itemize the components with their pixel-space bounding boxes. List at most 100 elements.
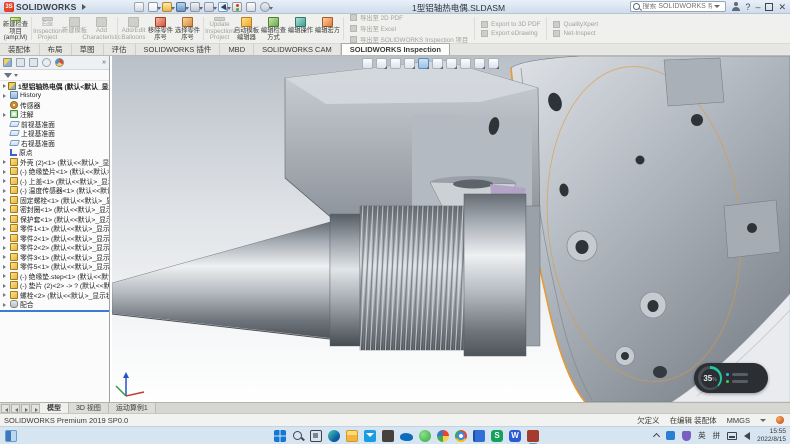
update-inspection-project-button[interactable]: Update Inspection Project xyxy=(206,15,233,42)
tag-icon[interactable] xyxy=(776,416,784,424)
tab-model[interactable]: 模型 xyxy=(40,403,69,413)
security-shield-icon[interactable] xyxy=(682,431,691,441)
performance-widget[interactable]: 35 % xyxy=(694,363,768,393)
previous-view-icon[interactable] xyxy=(390,58,401,69)
taskbar-clock[interactable]: 15:55 2022/8/15 xyxy=(757,428,786,443)
tree-item-component[interactable]: (-) 上盖<1> (默认<<默认>_显示状 xyxy=(0,176,109,186)
home-icon[interactable] xyxy=(134,2,144,12)
panel-more-chevron-icon[interactable]: » xyxy=(102,59,106,66)
tab-3d-views[interactable]: 3D 视图 xyxy=(69,403,109,413)
notebook-app-icon[interactable] xyxy=(473,430,485,442)
edit-macro-button[interactable]: 编辑宏方 xyxy=(314,15,341,42)
tree-item-history[interactable]: History xyxy=(0,91,109,101)
tree-item-component[interactable]: (-) 垫片 (2)<2> -> ? (默认<<默认 xyxy=(0,281,109,291)
tray-overflow-chevron-icon[interactable] xyxy=(653,433,660,440)
configurationmanager-tab-icon[interactable] xyxy=(29,58,38,67)
remove-balloons-button[interactable]: 移除零件序号 xyxy=(147,15,174,42)
search-input[interactable] xyxy=(642,3,712,10)
tab-motion-study[interactable]: 运动算例1 xyxy=(109,403,156,413)
tree-item-annotations[interactable]: 注解 xyxy=(0,110,109,120)
tab-layout[interactable]: 布局 xyxy=(40,43,72,55)
export-2d-pdf-button[interactable]: 导出至 2D PDF xyxy=(350,13,468,22)
tree-item-component[interactable]: (-) 绝缘垫片<1> (默认<<默认>_显 xyxy=(0,167,109,177)
select-cursor-icon[interactable] xyxy=(218,2,228,12)
add-characteristic-button[interactable]: Add Characteristic xyxy=(88,15,115,42)
view-settings-icon[interactable] xyxy=(488,58,499,69)
photos-icon[interactable] xyxy=(437,430,449,442)
tab-scroll-last-icon[interactable] xyxy=(31,404,40,413)
new-document-icon[interactable] xyxy=(148,2,158,12)
print-icon[interactable] xyxy=(190,2,200,12)
tree-item-sensors[interactable]: 传感器 xyxy=(0,100,109,110)
tab-solidworks-cam[interactable]: SOLIDWORKS CAM xyxy=(254,43,341,55)
dimxpertmanager-tab-icon[interactable] xyxy=(42,58,51,67)
tab-scroll-back-icon[interactable] xyxy=(11,404,20,413)
app-icon-s[interactable]: S xyxy=(491,430,503,442)
tray-app-icon[interactable] xyxy=(666,431,675,440)
apply-scene-icon[interactable] xyxy=(474,58,485,69)
new-inspection-project-button[interactable]: 新建检查项目 (amp;M) xyxy=(2,15,29,42)
tree-item-front-plane[interactable]: 前视基准面 xyxy=(0,119,109,129)
file-properties-icon[interactable] xyxy=(246,2,256,12)
app-icon-green[interactable] xyxy=(419,430,431,442)
login-user-icon[interactable] xyxy=(731,2,740,11)
mail-icon[interactable] xyxy=(364,430,376,442)
qualityxpert-button[interactable]: QualityXpert xyxy=(553,21,598,28)
edit-inspection-project-button[interactable]: Edit Inspection Project xyxy=(34,15,61,42)
tab-assembly[interactable]: 装配体 xyxy=(0,43,40,55)
graphics-viewport[interactable]: 35 % xyxy=(112,56,790,402)
export-edrawing-button[interactable]: Export eDrawing xyxy=(481,30,540,37)
tree-item-component[interactable]: 密封圈<1> (默认<<默认>_显示状 xyxy=(0,205,109,215)
filter-funnel-icon[interactable] xyxy=(4,73,12,78)
close-button[interactable]: ✕ xyxy=(778,2,786,12)
edit-operation-button[interactable]: 编辑操作 xyxy=(287,15,314,42)
task-view-icon[interactable] xyxy=(310,430,322,442)
tab-sketch[interactable]: 草图 xyxy=(72,43,104,55)
select-balloons-button[interactable]: 选择零件序号 xyxy=(174,15,201,42)
widgets-icon[interactable] xyxy=(5,430,17,442)
start-button-icon[interactable] xyxy=(274,430,286,442)
featuremanager-tab-icon[interactable] xyxy=(3,58,12,67)
edge-browser-icon[interactable] xyxy=(328,430,340,442)
tree-item-top-plane[interactable]: 上视基准面 xyxy=(0,129,109,139)
tree-item-component[interactable]: 零件3<1> (默认<<默认>_显示状 xyxy=(0,252,109,262)
running-app-icon[interactable] xyxy=(527,430,539,442)
tab-evaluate[interactable]: 评估 xyxy=(104,43,136,55)
hide-show-items-icon[interactable] xyxy=(446,58,457,69)
taskbar-search-icon[interactable] xyxy=(292,430,304,442)
view-orientation-icon[interactable] xyxy=(418,58,429,69)
export-excel-button[interactable]: 导出至 Excel xyxy=(350,24,468,33)
units-selector[interactable]: MMGS xyxy=(727,416,750,425)
tree-item-component[interactable]: 外壳 (2)<1> (默认<<默认>_显示状 xyxy=(0,157,109,167)
search-dropdown-icon[interactable] xyxy=(714,5,720,8)
chrome-icon[interactable] xyxy=(455,430,467,442)
app-icon[interactable] xyxy=(382,430,394,442)
zoom-fit-icon[interactable] xyxy=(362,58,373,69)
tree-rollback-bar[interactable] xyxy=(0,310,109,312)
onedrive-icon[interactable] xyxy=(400,433,413,441)
tab-addins[interactable]: SOLIDWORKS 插件 xyxy=(136,43,221,55)
tree-item-component[interactable]: 固定螺栓<1> (默认<<默认>_显示 xyxy=(0,195,109,205)
tab-scroll-forward-icon[interactable] xyxy=(21,404,30,413)
propertymanager-tab-icon[interactable] xyxy=(16,58,25,67)
menu-flyout-arrow-icon[interactable] xyxy=(82,4,86,10)
volume-icon[interactable] xyxy=(744,432,750,440)
rebuild-icon[interactable] xyxy=(232,2,242,12)
ime-mode-indicator[interactable]: 拼 xyxy=(713,430,721,441)
tab-scroll-first-icon[interactable] xyxy=(1,404,10,413)
help-button[interactable]: ? xyxy=(745,2,750,12)
tree-item-component[interactable]: 零件2<2> (默认<<默认>_显示状 xyxy=(0,243,109,253)
app-icon-w[interactable]: W xyxy=(509,430,521,442)
displaymanager-tab-icon[interactable] xyxy=(55,58,64,67)
maximize-button[interactable] xyxy=(765,3,773,11)
zoom-area-icon[interactable] xyxy=(376,58,387,69)
tree-item-component[interactable]: 零件2<1> (默认<<默认>_显示状 xyxy=(0,233,109,243)
minimize-button[interactable]: – xyxy=(755,2,760,12)
tree-item-component[interactable]: 螺栓<2> (默认<<默认>_显示状态 xyxy=(0,290,109,300)
edit-inspection-method-button[interactable]: 编辑检查方式 xyxy=(260,15,287,42)
launch-template-editor-button[interactable]: 启动模板编辑器 xyxy=(233,15,260,42)
tree-item-mates[interactable]: 配合 xyxy=(0,300,109,310)
options-icon[interactable] xyxy=(260,2,270,12)
open-icon[interactable] xyxy=(162,2,172,12)
tree-item-component[interactable]: (-) 绝缘垫.step<1> (默认<<默认 xyxy=(0,271,109,281)
